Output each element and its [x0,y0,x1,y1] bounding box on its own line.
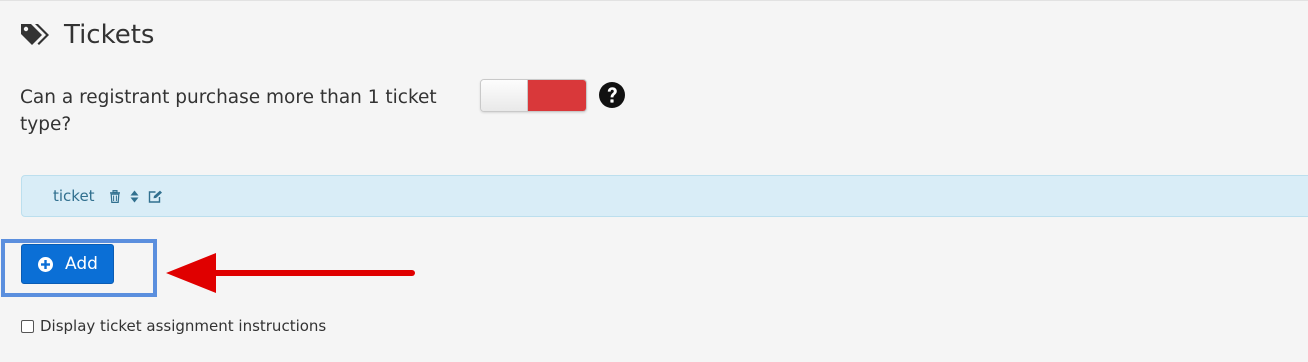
add-button-label: Add [65,254,98,274]
assignment-instructions-label[interactable]: Display ticket assignment instructions [40,317,326,335]
multi-ticket-toggle[interactable] [480,79,587,112]
multi-ticket-question: Can a registrant purchase more than 1 ti… [20,87,437,135]
toggle-knob [481,80,528,111]
tags-icon [20,22,50,48]
section-title: Tickets [64,20,155,50]
plus-circle-icon [22,256,54,273]
assignment-instructions-row: Display ticket assignment instructions [21,317,326,335]
toggle-track-off [528,80,586,111]
add-ticket-button[interactable]: Add [21,244,114,284]
sort-icon[interactable] [130,190,139,203]
trash-icon[interactable] [109,189,121,203]
tickets-panel: Tickets Can a registrant purchase more t… [0,0,1308,362]
ticket-name: ticket [53,187,95,205]
edit-icon[interactable] [148,190,163,203]
ticket-list-item: ticket [21,175,1308,217]
assignment-instructions-checkbox[interactable] [21,319,34,333]
section-header: Tickets [20,19,154,51]
